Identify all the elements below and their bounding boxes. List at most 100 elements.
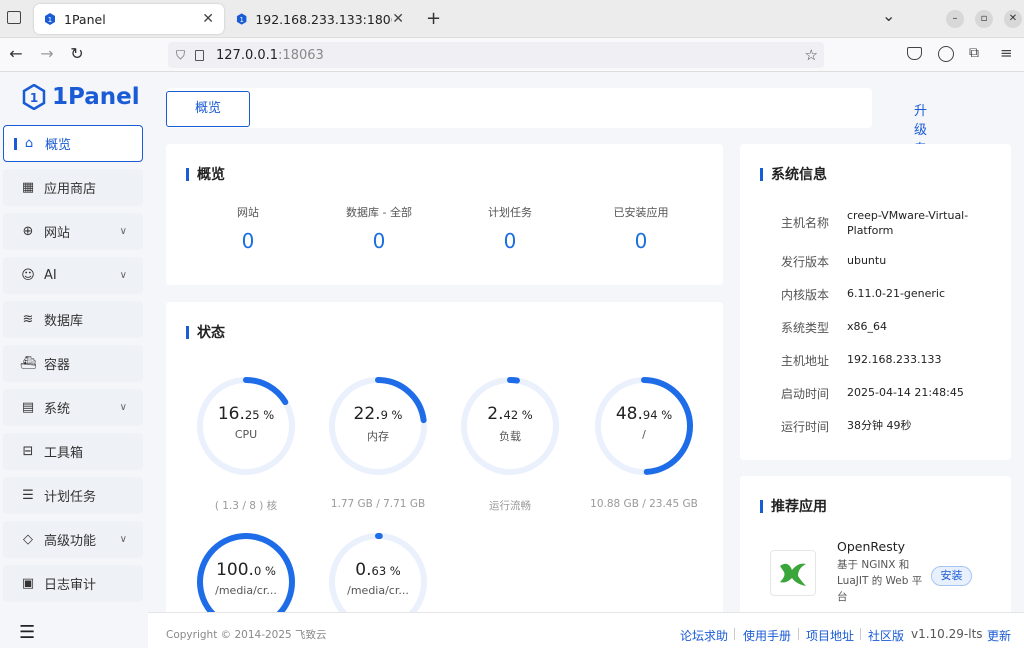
gauge-unit: % (518, 408, 533, 422)
sysinfo-boot-row: 启动时间 2025-04-14 21:48:45 (781, 385, 977, 402)
sidebar-item-cronjob[interactable]: ☰ 计划任务 (3, 477, 143, 514)
close-window-icon[interactable]: ✕ (1004, 10, 1022, 28)
tab-overview[interactable]: 概览 (166, 91, 250, 127)
overview-databases[interactable]: 数据库 - 全部 0 (314, 204, 444, 253)
app-description: 基于 NGINX 和 LuaJIT 的 Web 平台 (837, 559, 923, 603)
gauge-text: 0.63 % /media/cr... (326, 560, 430, 597)
sysinfo-arch-row: 系统类型 x86_64 (781, 319, 977, 336)
tab-title: 192.168.233.133:18063/1 (255, 11, 392, 27)
tab-1panel[interactable]: 1 1Panel ✕ (34, 4, 224, 34)
overview-label: 网站 (237, 206, 259, 219)
collapse-menu-icon[interactable]: ☰ (19, 622, 35, 643)
maximize-icon[interactable]: ▫ (975, 10, 993, 28)
gauge-text: 22.9 % 内存 (326, 404, 430, 444)
sidebar-item-label: 应用商店 (44, 182, 97, 197)
gauge-4: 100.0 % /media/cr... (194, 530, 298, 622)
sidebar-item-label: 概览 (45, 138, 72, 153)
back-icon[interactable]: ← (5, 44, 27, 63)
sidebar-item-logs[interactable]: ▣ 日志审计 (3, 565, 143, 602)
pocket-icon[interactable] (907, 47, 922, 60)
openresty-logo (770, 550, 816, 596)
forward-icon[interactable]: → (36, 44, 58, 63)
reload-icon[interactable]: ↻ (66, 44, 88, 63)
close-icon[interactable]: ✕ (202, 11, 214, 27)
sidebar-item-label: 数据库 (44, 314, 84, 329)
overview-websites[interactable]: 网站 0 (183, 204, 313, 253)
active-indicator (14, 138, 17, 150)
sysinfo-card: 系统信息 主机名称 creep-VMware-Virtual-Platform … (740, 144, 1011, 460)
sysinfo-value: 6.11.0-21-generic (847, 287, 946, 300)
page-icon (195, 49, 205, 61)
recommend-title: 推荐应用 (760, 496, 827, 516)
minimize-icon[interactable]: – (946, 10, 964, 28)
gauge-int: 100. (216, 560, 254, 580)
logo-text: 1Panel (52, 84, 140, 110)
url-bar[interactable]: ⛉ 127.0.0.1 :18063 ☆ (168, 42, 824, 68)
sidebar-item-ai[interactable]: ☺ AI ∨ (3, 257, 143, 294)
chevron-down-icon: ∨ (119, 402, 127, 413)
gauge-value: 22.9 % (326, 404, 430, 424)
sysinfo-value: x86_64 (847, 320, 888, 333)
system-icon: ▤ (21, 400, 35, 415)
forum-link[interactable]: 论坛求助 (680, 627, 728, 644)
svg-text:1: 1 (240, 16, 244, 24)
sidebar-item-advanced[interactable]: ◇ 高级功能 ∨ (3, 521, 143, 558)
manual-link[interactable]: 使用手册 (743, 627, 791, 644)
sidebar-item-website[interactable]: ⊕ 网站 ∨ (3, 213, 143, 250)
overview-installed-apps[interactable]: 已安装应用 0 (576, 204, 706, 253)
tab-title: 1Panel (64, 11, 106, 27)
sidebar-item-toolbox[interactable]: ⊟ 工具箱 (3, 433, 143, 470)
chevron-down-icon: ∨ (119, 534, 127, 545)
browser-tab-bar: 1 1Panel ✕ 1 192.168.233.133:18063/1 ✕ +… (0, 0, 1024, 38)
gauge-value: 100.0 % (194, 560, 298, 580)
sysinfo-value: creep-VMware-Virtual-Platform (847, 209, 969, 237)
chevron-down-icon: ∨ (119, 226, 127, 237)
close-icon[interactable]: ✕ (392, 11, 404, 27)
gauge-unit: % (387, 408, 403, 422)
gauge-2: 2.42 % 负载 (458, 374, 562, 478)
new-tab-button[interactable]: + (426, 8, 441, 29)
tab-remote-panel[interactable]: 1 192.168.233.133:18063/1 ✕ (226, 4, 414, 34)
diamond-icon: ◇ (23, 532, 33, 547)
sidebar-item-overview[interactable]: ⌂ 概览 (3, 125, 143, 162)
overview-title: 概览 (186, 164, 225, 184)
sidebar-item-database[interactable]: ≋ 数据库 (3, 301, 143, 338)
sidebar-item-app-store[interactable]: ▦ 应用商店 (3, 169, 143, 206)
gauge-1: 22.9 % 内存 (326, 374, 430, 478)
version-label: v1.10.29-lts (911, 627, 983, 641)
container-icon: ⛴ (19, 356, 37, 371)
star-icon[interactable]: ☆ (805, 46, 818, 64)
overview-cronjobs[interactable]: 计划任务 0 (445, 204, 575, 253)
sysinfo-key: 主机地址 (781, 354, 830, 368)
sysinfo-value: ubuntu (847, 254, 887, 267)
url-host: 127.0.0.1 (216, 47, 279, 63)
sysinfo-value: 38分钟 49秒 (847, 419, 912, 432)
sidebar-item-label: 系统 (44, 402, 71, 417)
project-link[interactable]: 项目地址 (806, 627, 854, 644)
sidebar-item-system[interactable]: ▤ 系统 ∨ (3, 389, 143, 426)
1panel-logo-icon: 1 (22, 84, 46, 110)
account-icon[interactable] (938, 46, 954, 62)
gauge-value: 16.25 % (194, 404, 298, 424)
header-card: 概览 升级专业版 (166, 88, 927, 195)
gauge-int: 0. (355, 560, 372, 580)
robot-icon: ☺ (21, 268, 35, 283)
update-link[interactable]: 更新 (987, 627, 1011, 644)
overview-label: 已安装应用 (613, 206, 669, 219)
toolbox-icon: ⊟ (22, 444, 34, 459)
gauge-unit: % (261, 564, 276, 578)
menu-icon[interactable]: ≡ (1000, 44, 1013, 62)
logo[interactable]: 1 1Panel (22, 84, 140, 110)
gauge-text: 48.94 % / (592, 404, 696, 441)
sidebar-item-container[interactable]: ⛴ 容器 (3, 345, 143, 382)
gauge-text: 16.25 % CPU (194, 404, 298, 441)
sysinfo-ip-row: 主机地址 192.168.233.133 (781, 352, 977, 369)
tab-list-menu-icon[interactable] (7, 11, 21, 24)
sidebar: 1 1Panel ⌂ 概览 ▦ 应用商店 ⊕ 网站 ∨ ☺ AI ∨ ≋ 数据库… (0, 72, 148, 648)
app-name[interactable]: OpenResty (837, 539, 905, 554)
install-button[interactable]: 安装 (931, 566, 972, 586)
gauge-value: 2.42 % (458, 404, 562, 424)
layers-icon: ≋ (22, 312, 34, 327)
chevron-down-icon[interactable]: ⌄ (882, 6, 895, 25)
extensions-icon[interactable]: ⧉ (969, 45, 979, 61)
